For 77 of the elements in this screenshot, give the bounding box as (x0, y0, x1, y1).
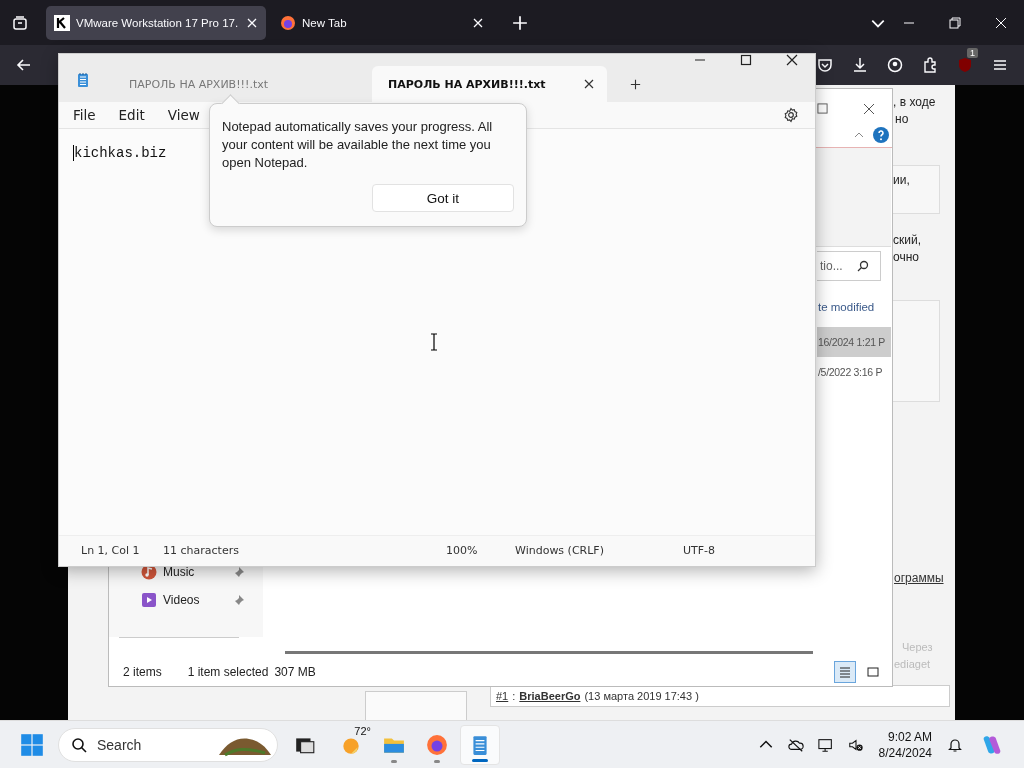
file-row[interactable]: /5/2022 3:16 P (817, 357, 891, 387)
pin-icon (233, 594, 245, 606)
close-icon[interactable] (863, 103, 875, 115)
page-text: ии, (893, 173, 910, 187)
page-text: но (895, 112, 909, 126)
close-icon[interactable] (786, 54, 798, 66)
start-icon[interactable] (20, 732, 44, 757)
firefox-icon (426, 733, 448, 756)
page-text: , в ходе (893, 95, 936, 109)
document-text: kichkas.biz (73, 145, 167, 161)
comment-number-link[interactable]: #1 (496, 690, 509, 702)
tab-list-icon[interactable] (12, 14, 28, 31)
page-text: очно (893, 250, 919, 264)
nav-item[interactable]: Videos (141, 592, 245, 608)
tab-title: VMware Workstation 17 Pro 17. (76, 16, 240, 29)
bell-icon[interactable] (947, 736, 963, 753)
restore-icon[interactable] (949, 16, 961, 29)
text-cursor-icon (430, 333, 438, 351)
notepad-icon (75, 72, 91, 88)
notepad-taskbar-button[interactable] (460, 724, 500, 765)
search-field[interactable]: tio... (817, 251, 881, 281)
help-icon[interactable] (873, 127, 889, 143)
document-tab[interactable]: ПАРОЛЬ НА АРХИВ!!!.txt (113, 66, 341, 102)
close-icon[interactable] (583, 78, 595, 90)
browser-tab[interactable]: VMware Workstation 17 Pro 17. (46, 5, 266, 40)
monitor-icon[interactable] (817, 736, 834, 753)
maximize-icon[interactable] (740, 54, 752, 66)
video-icon (141, 592, 157, 608)
details-list-icon (839, 666, 851, 678)
cloud-off-icon[interactable] (787, 736, 804, 753)
clock-time: 9:02 AM (887, 728, 932, 745)
settings-icon[interactable] (783, 107, 799, 123)
item-count: 2 items (123, 665, 162, 679)
account-icon[interactable] (887, 57, 903, 73)
tip-text: Notepad automatically saves your progress. All your content will be available the next time you open Notepad. (222, 118, 494, 172)
search-icon (856, 260, 869, 272)
firefox-icon (280, 14, 296, 31)
comment-date: (13 марта 2019 17:43 ) (584, 690, 699, 702)
selection-info: 1 item selected (187, 665, 269, 679)
menu-icon[interactable] (992, 57, 1008, 73)
status-text: Ln 1, Col 1 (81, 544, 140, 557)
search-icon (71, 736, 87, 753)
page-text: ediaget (894, 658, 931, 670)
status-text: 100% (446, 544, 478, 557)
site-icon (54, 14, 70, 31)
scrollbar[interactable] (285, 651, 813, 654)
new-tab-icon[interactable] (629, 78, 642, 91)
clock[interactable]: 9:02 AM 8/24/2024 (878, 728, 932, 761)
download-icon[interactable] (852, 57, 868, 73)
menu-item[interactable]: View (167, 107, 200, 123)
menu-item[interactable]: File (73, 107, 96, 123)
column-header[interactable]: te modified (818, 301, 875, 313)
file-row[interactable]: 16/2024 1:21 P (817, 327, 891, 357)
status-text: UTF-8 (683, 544, 716, 557)
speaker-muted-icon[interactable] (847, 736, 864, 753)
details-view-button[interactable] (834, 661, 856, 683)
clock-date: 8/24/2024 (878, 744, 932, 761)
back-arrow-icon[interactable] (16, 57, 32, 73)
extensions-icon[interactable] (922, 57, 938, 73)
weather-widget[interactable]: 72° (331, 724, 371, 765)
pin-icon (233, 566, 245, 578)
pocket-icon[interactable] (817, 57, 833, 73)
page-link[interactable]: ограммы (894, 571, 944, 585)
size-info: 307 MB (274, 665, 316, 679)
tiles-icon (867, 666, 879, 678)
got-it-button[interactable]: Got it (372, 184, 514, 212)
status-text: 11 characters (163, 544, 239, 557)
search-field[interactable]: Search (58, 727, 278, 762)
browser-tab[interactable]: New Tab (272, 5, 492, 40)
document-tab[interactable]: ПАРОЛЬ НА АРХИВ!!!.txt (372, 66, 607, 102)
colon-text: : (512, 690, 516, 702)
menu-item[interactable]: Edit (118, 107, 145, 123)
page-text: ский, (893, 233, 921, 247)
author-link[interactable]: BriaBeerGo (519, 690, 581, 702)
status-text: Windows (CRLF) (515, 544, 604, 557)
tab-title: New Tab (302, 16, 348, 29)
count-badge: 1 (967, 48, 978, 58)
